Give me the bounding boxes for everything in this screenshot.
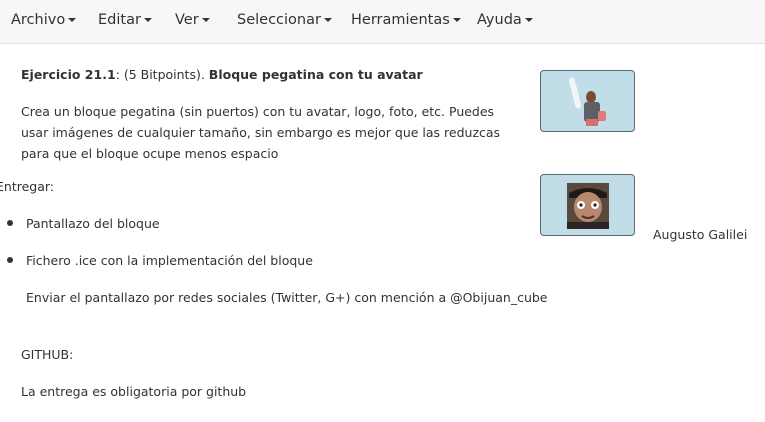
menu-bar: Archivo Editar Ver Seleccionar Herramien… bbox=[0, 0, 765, 44]
exercise-number: Ejercicio 21.1 bbox=[21, 67, 116, 82]
chevron-down-icon bbox=[201, 18, 210, 22]
description-line: Crea un bloque pegatina (sin puertos) co… bbox=[21, 104, 495, 119]
face-photo-avatar-icon bbox=[567, 183, 609, 229]
bullet-item: Pantallazo del bloque bbox=[26, 216, 160, 231]
menu-ver[interactable]: Ver bbox=[175, 12, 210, 28]
menu-ayuda-label: Ayuda bbox=[477, 12, 522, 28]
menu-ver-label: Ver bbox=[175, 12, 199, 28]
exercise-title: Bloque pegatina con tu avatar bbox=[208, 67, 423, 82]
chevron-down-icon bbox=[323, 18, 332, 22]
bullet-icon bbox=[7, 220, 13, 226]
github-label: GITHUB: bbox=[21, 347, 74, 362]
bullet-icon bbox=[7, 257, 13, 263]
exercise-description: Crea un bloque pegatina (sin puertos) co… bbox=[21, 101, 500, 164]
github-note: La entrega es obligatoria por github bbox=[21, 384, 247, 399]
chevron-down-icon bbox=[143, 18, 152, 22]
chevron-down-icon bbox=[452, 18, 461, 22]
menu-ayuda[interactable]: Ayuda bbox=[477, 12, 533, 28]
entregar-label: Entregar: bbox=[0, 179, 55, 194]
menu-herramientas-label: Herramientas bbox=[351, 12, 450, 28]
menu-editar-label: Editar bbox=[98, 12, 141, 28]
exercise-heading: Ejercicio 21.1: (5 Bitpoints). Bloque pe… bbox=[21, 67, 423, 82]
menu-archivo-label: Archivo bbox=[11, 12, 66, 28]
exercise-points: : (5 Bitpoints). bbox=[115, 67, 209, 82]
description-line: para que el bloque ocupe menos espacio bbox=[21, 146, 279, 161]
chevron-down-icon bbox=[524, 18, 533, 22]
menu-editar[interactable]: Editar bbox=[98, 12, 152, 28]
sticker-block-lightsaber[interactable] bbox=[540, 70, 635, 132]
menu-herramientas[interactable]: Herramientas bbox=[351, 12, 461, 28]
sticker-block-photo[interactable] bbox=[540, 174, 635, 236]
social-note: Enviar el pantallazo por redes sociales … bbox=[26, 290, 548, 305]
menu-archivo[interactable]: Archivo bbox=[11, 12, 77, 28]
block-name-label: Augusto Galilei bbox=[653, 227, 748, 242]
bullet-item: Fichero .ice con la implementación del b… bbox=[26, 253, 313, 268]
description-line: usar imágenes de cualquier tamaño, sin e… bbox=[21, 125, 501, 140]
chevron-down-icon bbox=[68, 18, 77, 22]
menu-seleccionar[interactable]: Seleccionar bbox=[237, 12, 332, 28]
lightsaber-figure-avatar-icon bbox=[568, 77, 606, 126]
menu-seleccionar-label: Seleccionar bbox=[237, 12, 321, 28]
